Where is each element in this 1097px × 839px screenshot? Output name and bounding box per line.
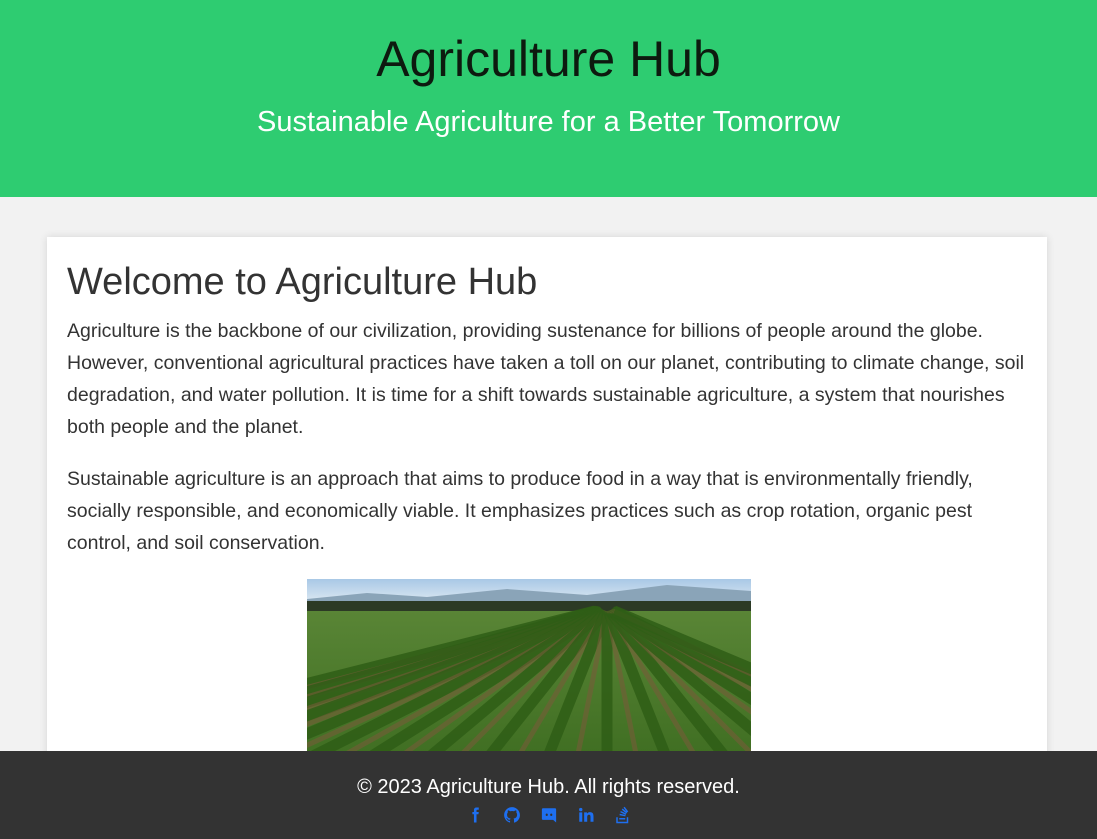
social-links — [0, 805, 1097, 825]
crop-field-photo — [307, 579, 751, 759]
site-header: Agriculture Hub Sustainable Agriculture … — [0, 0, 1097, 197]
copyright-text: © 2023 Agriculture Hub. All rights reser… — [357, 776, 740, 798]
facebook-icon[interactable] — [465, 805, 484, 825]
content-card: Welcome to Agriculture Hub Agriculture i… — [47, 237, 1047, 797]
linkedin-icon[interactable] — [576, 805, 595, 825]
welcome-heading: Welcome to Agriculture Hub — [67, 261, 538, 303]
site-footer: © 2023 Agriculture Hub. All rights reser… — [0, 751, 1097, 839]
intro-paragraph: Agriculture is the backbone of our civil… — [67, 320, 1025, 438]
sustainable-paragraph: Sustainable agriculture is an approach t… — [67, 468, 973, 554]
stackoverflow-icon[interactable] — [613, 805, 632, 825]
site-title: Agriculture Hub — [376, 31, 721, 87]
github-icon[interactable] — [502, 805, 521, 825]
discord-icon[interactable] — [539, 805, 558, 825]
site-tagline: Sustainable Agriculture for a Better Tom… — [257, 106, 840, 138]
crop-field-image — [307, 579, 751, 759]
